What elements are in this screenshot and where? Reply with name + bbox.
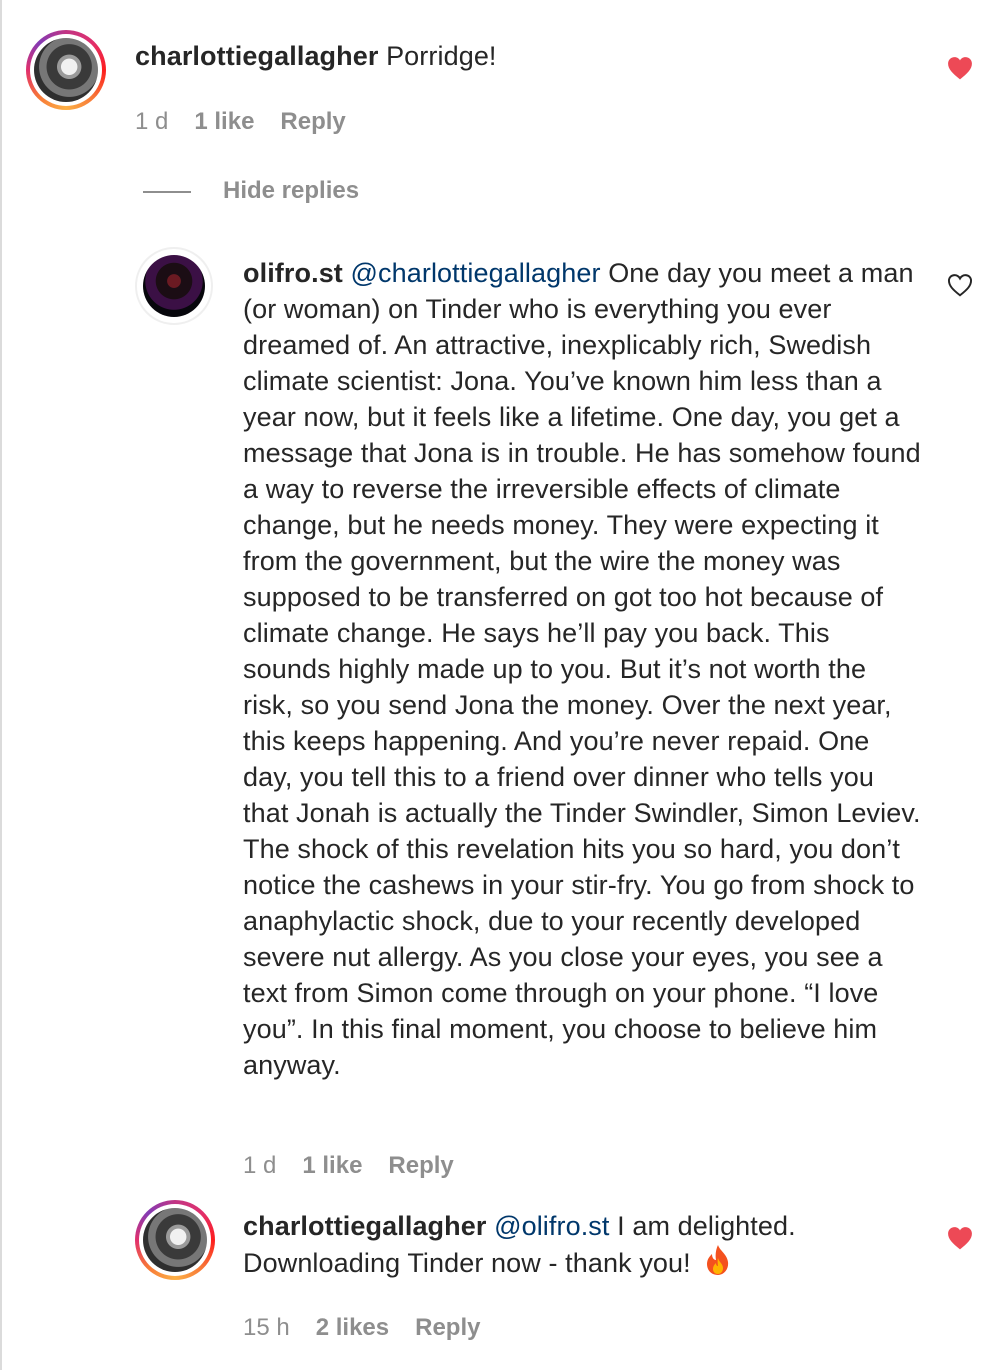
username[interactable]: olifro.st: [243, 258, 343, 288]
timestamp[interactable]: 1 d: [135, 108, 168, 136]
avatar[interactable]: [135, 1200, 215, 1280]
like-count[interactable]: 1 like: [194, 108, 254, 136]
comment-meta: 1 d 1 like Reply: [243, 1152, 454, 1180]
heart-outline-icon[interactable]: [947, 273, 973, 297]
like-count[interactable]: 1 like: [302, 1152, 362, 1180]
comment-text: charlottiegallagher Porridge!: [135, 38, 915, 74]
timestamp[interactable]: 15 h: [243, 1314, 290, 1342]
heart-filled-icon[interactable]: [947, 56, 973, 80]
comment-text: charlottiegallagher @olifro.st I am deli…: [243, 1208, 923, 1281]
hide-replies-button[interactable]: Hide replies: [223, 177, 359, 205]
comment-meta: 1 d 1 like Reply: [135, 108, 346, 136]
comment-meta: 15 h 2 likes Reply: [243, 1314, 480, 1342]
fire-emoji-icon: [707, 1245, 729, 1275]
hide-replies-divider: [143, 191, 191, 193]
avatar[interactable]: [135, 247, 213, 325]
comment-text: olifro.st @charlottiegallagher One day y…: [243, 255, 923, 1083]
timestamp[interactable]: 1 d: [243, 1152, 276, 1180]
reply-button[interactable]: Reply: [280, 108, 345, 136]
like-count[interactable]: 2 likes: [316, 1314, 389, 1342]
reply-button[interactable]: Reply: [388, 1152, 453, 1180]
comment-body: Porridge!: [386, 41, 497, 71]
mention-link[interactable]: @olifro.st: [494, 1211, 609, 1241]
username[interactable]: charlottiegallagher: [135, 41, 378, 71]
comment-body: One day you meet a man (or woman) on Tin…: [243, 258, 921, 1080]
mention-link[interactable]: @charlottiegallagher: [351, 258, 601, 288]
username[interactable]: charlottiegallagher: [243, 1211, 486, 1241]
left-border: [0, 0, 2, 1370]
heart-filled-icon[interactable]: [947, 1226, 973, 1250]
reply-button[interactable]: Reply: [415, 1314, 480, 1342]
avatar[interactable]: [26, 30, 106, 110]
